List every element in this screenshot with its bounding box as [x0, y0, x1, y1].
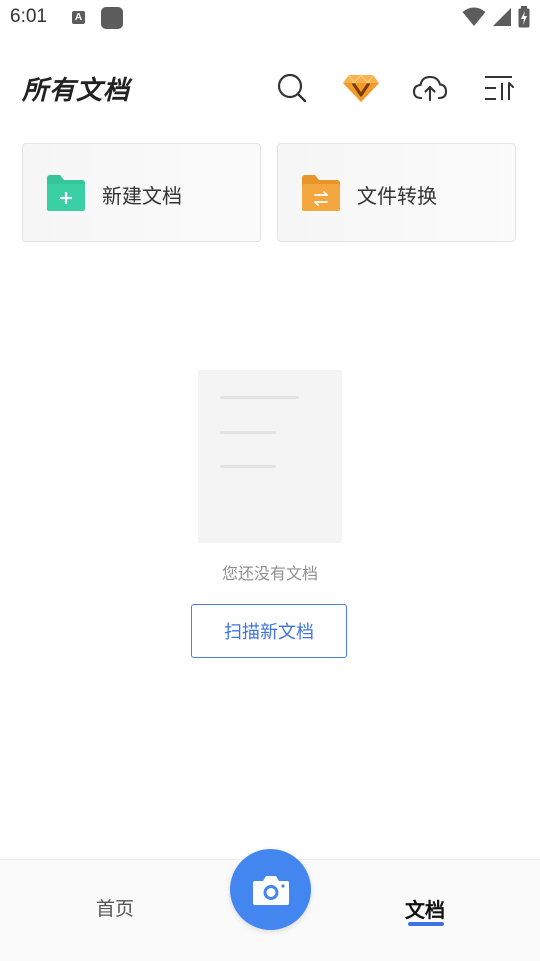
- new-document-label: 新建文档: [102, 184, 182, 208]
- tab-documents[interactable]: 文档: [380, 894, 470, 923]
- app-notification-icon: [101, 7, 123, 29]
- cloud-upload-icon: [412, 75, 448, 102]
- scan-new-document-button[interactable]: 扫描新文档: [191, 604, 347, 658]
- cloud-upload-button[interactable]: [411, 69, 449, 107]
- empty-document-illustration: [198, 370, 342, 543]
- new-document-card[interactable]: 新建文档: [22, 143, 261, 242]
- search-icon: [277, 73, 307, 103]
- file-convert-label: 文件转换: [357, 184, 437, 208]
- file-convert-card[interactable]: 文件转换: [277, 143, 516, 242]
- vip-diamond-icon: [343, 74, 379, 102]
- page-title: 所有文档: [22, 76, 131, 106]
- battery-charging-icon: [518, 6, 530, 28]
- status-bar: 6:01 A: [0, 0, 540, 36]
- a-notification-icon: A: [72, 11, 85, 24]
- search-button[interactable]: [273, 69, 311, 107]
- header: 所有文档: [0, 60, 540, 116]
- camera-icon: [252, 875, 289, 905]
- sort-icon: [485, 76, 514, 100]
- wifi-icon: [462, 7, 486, 26]
- folder-convert-icon: [302, 175, 340, 211]
- empty-state-message: 您还没有文档: [221, 564, 318, 583]
- camera-scan-button[interactable]: [230, 849, 311, 930]
- tab-home[interactable]: 首页: [70, 894, 160, 921]
- active-tab-indicator: [408, 922, 444, 926]
- status-time: 6:01: [10, 6, 47, 27]
- cell-signal-icon: [493, 8, 511, 26]
- sort-button[interactable]: [480, 69, 518, 107]
- folder-add-icon: [47, 175, 85, 211]
- vip-button[interactable]: [342, 69, 380, 107]
